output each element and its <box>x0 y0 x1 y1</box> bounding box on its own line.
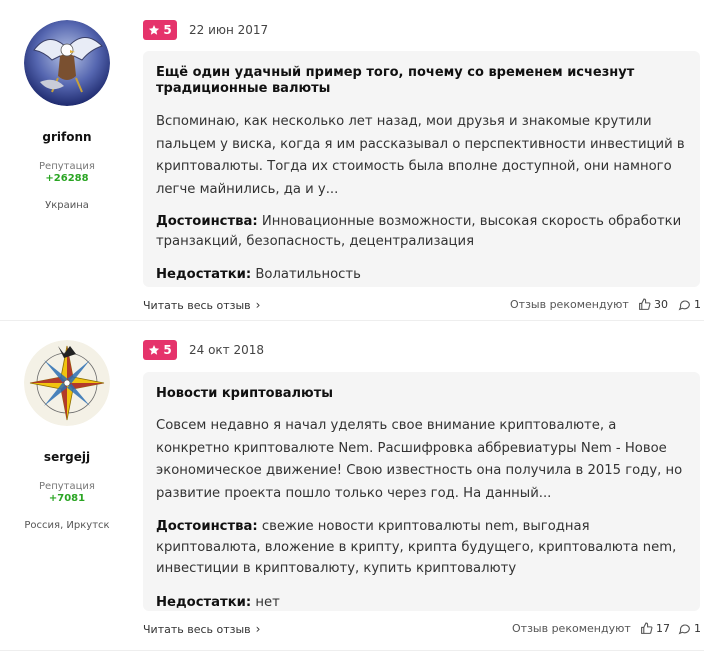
comments-button[interactable]: 1 <box>678 298 701 311</box>
likes-count: 30 <box>654 298 668 311</box>
rating-value: 5 <box>163 23 172 37</box>
reputation-label: Репутация <box>39 161 95 172</box>
comment-icon <box>678 300 690 311</box>
reputation-value: +7081 <box>48 493 86 504</box>
reputation-value: +26288 <box>45 173 89 184</box>
rating-value: 5 <box>163 343 172 357</box>
reputation-label: Репутация <box>39 481 95 492</box>
review-divider <box>0 650 704 651</box>
author-name[interactable]: sergejj <box>0 450 134 464</box>
cons-text: нет <box>255 595 280 610</box>
chevron-right-icon: › <box>255 298 261 312</box>
review-text: Вспоминаю, как несколько лет назад, мои … <box>156 114 685 197</box>
comment-icon <box>678 624 690 635</box>
review-author: grifonn Репутация +26288 Украина <box>0 20 134 211</box>
review-footer: Читать весь отзыв › Отзыв рекомендуют 30… <box>143 298 701 314</box>
thumbs-up-icon <box>639 298 651 310</box>
chevron-right-icon: › <box>255 622 261 636</box>
review-pros: Достоинства: Инновационные возможности, … <box>156 212 687 252</box>
cons-text: Волатильность <box>255 267 361 282</box>
pros-label: Достоинства: <box>156 214 258 229</box>
star-icon <box>149 25 160 35</box>
eagle-avatar-icon[interactable] <box>24 20 110 106</box>
recommend-label: Отзыв рекомендуют <box>510 298 629 311</box>
read-full-review-link[interactable]: Читать весь отзыв › <box>143 622 260 636</box>
review-cons: Недостатки: нет <box>156 593 687 613</box>
comments-count: 1 <box>694 622 701 635</box>
author-name[interactable]: grifonn <box>0 130 134 144</box>
rating-badge: 5 <box>143 20 177 40</box>
likes-count: 17 <box>656 622 670 635</box>
read-full-review-link[interactable]: Читать весь отзыв › <box>143 298 260 312</box>
review-title[interactable]: Ещё один удачный пример того, почему со … <box>156 65 687 97</box>
comments-button[interactable]: 1 <box>678 622 701 635</box>
review-header: 5 24 окт 2018 <box>143 339 264 361</box>
like-button[interactable]: 30 <box>638 298 668 311</box>
review-footer: Читать весь отзыв › Отзыв рекомендуют 17… <box>143 622 701 638</box>
like-button[interactable]: 17 <box>640 622 670 635</box>
recommend-label: Отзыв рекомендуют <box>512 622 631 635</box>
star-icon <box>149 345 160 355</box>
rating-badge: 5 <box>143 340 177 360</box>
cons-label: Недостатки: <box>156 267 252 282</box>
cons-label: Недостатки: <box>156 595 252 610</box>
review-card: Ещё один удачный пример того, почему со … <box>143 51 700 287</box>
review-cons: Недостатки: Волатильность <box>156 265 687 285</box>
review-text: Совсем недавно я начал уделять свое вним… <box>156 418 683 501</box>
review-header: 5 22 июн 2017 <box>143 19 268 41</box>
comments-count: 1 <box>694 298 701 311</box>
review-title[interactable]: Новости криптовалюты <box>156 386 687 402</box>
read-more-label: Читать весь отзыв <box>143 298 251 312</box>
review-item: grifonn Репутация +26288 Украина 5 22 ию… <box>0 0 704 321</box>
compass-rose-avatar-icon[interactable] <box>24 340 110 426</box>
author-location: Россия, Иркутск <box>24 520 110 531</box>
review-author: sergejj Репутация +7081 Россия, Иркутск <box>0 340 134 531</box>
read-more-label: Читать весь отзыв <box>143 622 251 636</box>
review-date: 24 окт 2018 <box>189 343 265 357</box>
review-date: 22 июн 2017 <box>189 23 269 37</box>
review-item: sergejj Репутация +7081 Россия, Иркутск … <box>0 321 704 655</box>
author-location: Украина <box>45 200 89 211</box>
pros-label: Достоинства: <box>156 519 258 534</box>
review-card: Новости криптовалюты Совсем недавно я на… <box>143 372 700 611</box>
thumbs-up-icon <box>641 622 653 634</box>
review-pros: Достоинства: свежие новости криптовалюты… <box>156 516 687 579</box>
